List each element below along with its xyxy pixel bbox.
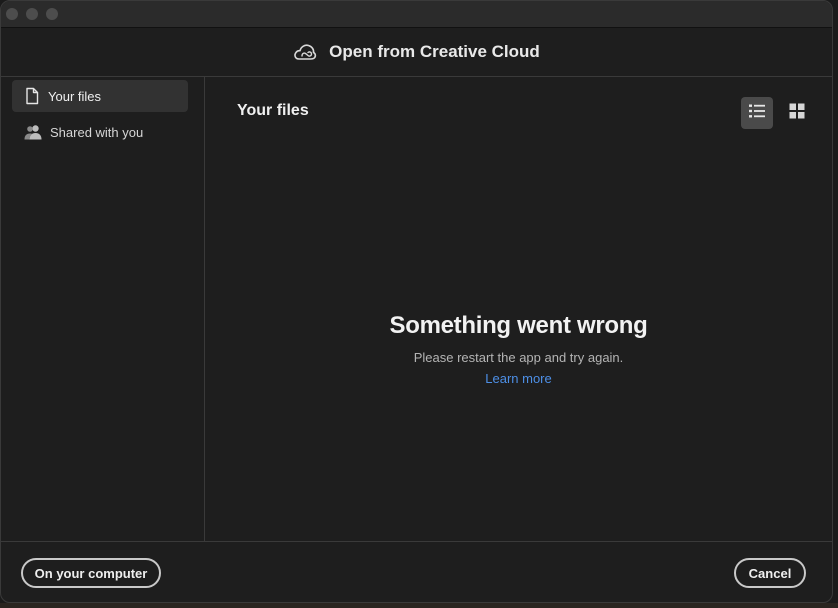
minimize-window-button[interactable] — [26, 8, 38, 20]
desktop-background — [0, 603, 838, 608]
window-controls — [6, 8, 58, 20]
grid-view-button[interactable] — [781, 97, 813, 129]
error-message: Please restart the app and try again. — [413, 350, 624, 365]
list-icon — [748, 103, 766, 124]
main-panel: Your files Something went wrong Please r… — [205, 76, 832, 541]
dialog-footer: On your computer Cancel — [1, 541, 832, 602]
close-window-button[interactable] — [6, 8, 18, 20]
people-icon — [24, 124, 42, 140]
on-your-computer-button[interactable]: On your computer — [21, 558, 161, 588]
dialog-body: Your files Shared with you Your files So… — [1, 76, 832, 541]
file-icon — [24, 87, 40, 105]
title-bar — [1, 1, 832, 28]
sidebar: Your files Shared with you — [1, 76, 205, 541]
sidebar-item-shared-with-you[interactable]: Shared with you — [12, 116, 188, 148]
dialog-header: Open from Creative Cloud — [1, 28, 832, 77]
error-title: Something went wrong — [389, 312, 648, 339]
sidebar-item-your-files[interactable]: Your files — [12, 80, 188, 112]
creative-cloud-icon — [293, 43, 317, 61]
sidebar-item-label: Shared with you — [50, 124, 144, 140]
grid-icon — [789, 103, 805, 124]
cancel-button[interactable]: Cancel — [734, 558, 806, 588]
dialog-title: Open from Creative Cloud — [329, 42, 540, 61]
list-view-button[interactable] — [741, 97, 773, 129]
learn-more-link[interactable]: Learn more — [485, 371, 551, 386]
error-state: Something went wrong Please restart the … — [205, 312, 832, 388]
zoom-window-button[interactable] — [46, 8, 58, 20]
page-title: Your files — [237, 102, 309, 119]
view-mode-toggle — [741, 97, 813, 129]
dialog-window: Open from Creative Cloud Your files Shar… — [0, 0, 833, 603]
sidebar-item-label: Your files — [48, 88, 101, 104]
